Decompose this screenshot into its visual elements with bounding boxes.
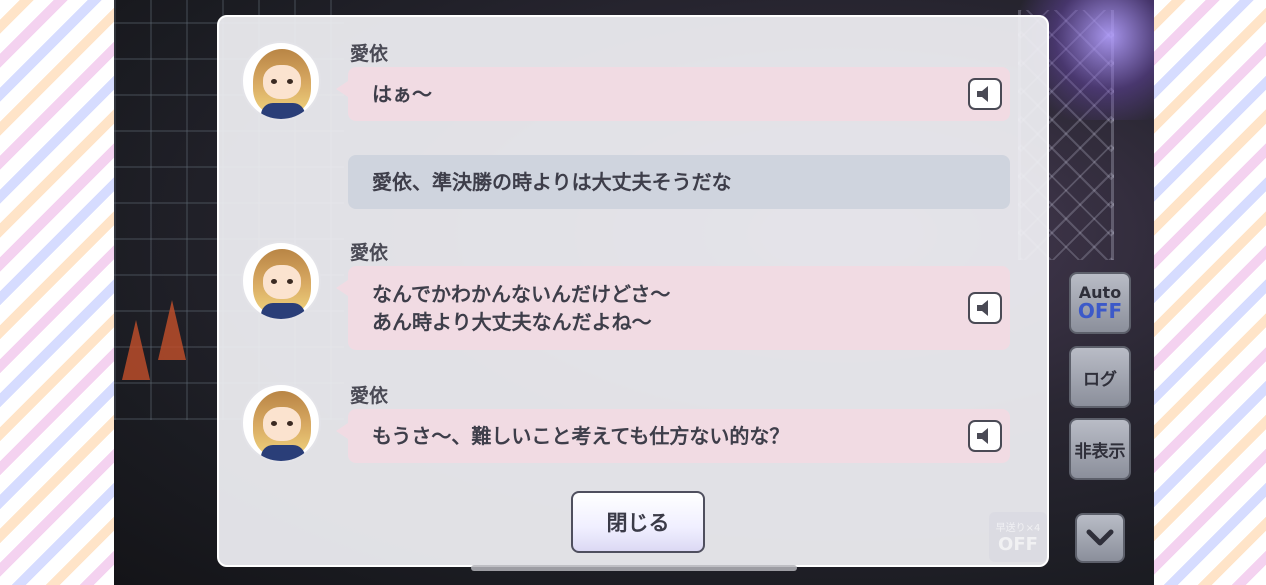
- decorative-stripes-right: [1152, 0, 1266, 585]
- player-dialogue-bubble: 愛依、準決勝の時よりは大丈夫そうだな: [348, 155, 1010, 209]
- speaker-name: 愛依: [350, 43, 389, 65]
- fast-forward-indicator[interactable]: 早送り×4 OFF: [989, 512, 1047, 562]
- log-label: ログ: [1083, 369, 1117, 390]
- fast-forward-label: 早送り×4: [995, 523, 1041, 534]
- auto-state: OFF: [1077, 299, 1123, 323]
- hide-ui-button[interactable]: 非表示: [1069, 418, 1131, 480]
- speaker-icon: [977, 86, 988, 102]
- dialogue-text: なんでかわかんないんだけどさ〜 あん時より大丈夫なんだよね〜: [372, 282, 671, 334]
- dialogue-bubble: はぁ〜: [336, 67, 1010, 121]
- auto-toggle-button[interactable]: Auto OFF: [1069, 272, 1131, 334]
- scroll-down-button[interactable]: [1075, 513, 1125, 563]
- speaker-name: 愛依: [350, 385, 389, 407]
- dialogue-text: 愛依、準決勝の時よりは大丈夫そうだな: [372, 170, 732, 194]
- dialogue-text: はぁ〜: [372, 82, 432, 106]
- home-indicator[interactable]: [471, 565, 797, 571]
- voice-replay-button[interactable]: [968, 420, 1002, 452]
- voice-replay-button[interactable]: [968, 78, 1002, 110]
- dialogue-text: もうさ〜、難しいこと考えても仕方ない的な？: [372, 424, 790, 448]
- character-avatar: [241, 41, 321, 121]
- dialogue-bubble: なんでかわかんないんだけどさ〜 あん時より大丈夫なんだよね〜: [336, 266, 1010, 350]
- character-avatar: [241, 241, 321, 321]
- hide-label: 非表示: [1074, 441, 1126, 462]
- speaker-icon: [977, 428, 988, 444]
- voice-replay-button[interactable]: [968, 292, 1002, 324]
- character-avatar: [241, 383, 321, 463]
- close-button[interactable]: 閉じる: [571, 491, 705, 553]
- chevron-down-icon: [1086, 529, 1114, 546]
- speaker-icon: [977, 300, 988, 316]
- fast-forward-state: OFF: [998, 534, 1038, 555]
- speaker-name: 愛依: [350, 242, 389, 264]
- traffic-cone: [158, 300, 186, 360]
- backlog-panel: 愛依 はぁ〜 愛依、準決勝の時よりは大丈夫そうだな 愛依 なんでかわかんないんだ…: [217, 15, 1049, 567]
- dialogue-bubble: もうさ〜、難しいこと考えても仕方ない的な？: [336, 409, 1010, 463]
- decorative-stripes-left: [0, 0, 114, 585]
- traffic-cone: [122, 320, 150, 380]
- log-button[interactable]: ログ: [1069, 346, 1131, 408]
